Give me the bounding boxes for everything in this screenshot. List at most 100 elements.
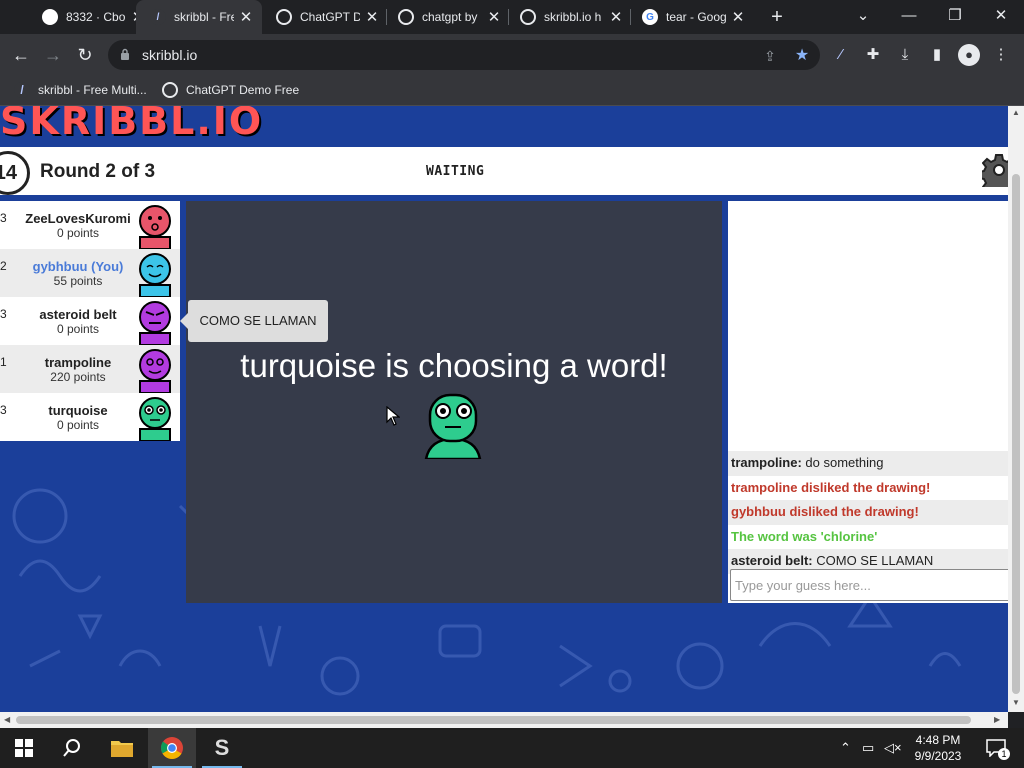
chat-text: do something bbox=[805, 455, 884, 470]
close-tab-icon[interactable]: ✕ bbox=[608, 8, 624, 26]
bookmark-skribbl[interactable]: / skribbl - Free Multi... bbox=[14, 82, 147, 98]
close-tab-icon[interactable]: ✕ bbox=[730, 8, 746, 26]
tab-5[interactable]: skribbl.io h ✕ bbox=[506, 0, 632, 34]
game-top-bar: 14 Round 2 of 3 WAITING bbox=[0, 147, 1008, 195]
scroll-thumb[interactable] bbox=[1012, 174, 1020, 694]
s-app-icon[interactable]: S bbox=[198, 728, 246, 768]
tab-6[interactable]: G tear - Goog ✕ bbox=[628, 0, 754, 34]
tab-strip: 8332 · Cbo ✕ / skribbl - Fre ✕ ChatGPT D… bbox=[0, 0, 1024, 34]
forward-button[interactable]: → bbox=[40, 42, 66, 68]
chat-text: The word was 'chlorine' bbox=[731, 528, 878, 544]
address-bar[interactable]: skribbl.io ⇪ ★ bbox=[108, 40, 820, 70]
player-avatar bbox=[139, 253, 171, 297]
scroll-up-icon[interactable]: ▲ bbox=[1012, 108, 1020, 117]
player-name: trampoline bbox=[44, 355, 112, 370]
player-row[interactable]: 3 turquoise 0 points bbox=[0, 393, 180, 441]
browser-toolbar: ← → ↻ skribbl.io ⇪ ★ ⁄ ✚ ⤓ ▮ ● ⋮ bbox=[0, 34, 1024, 76]
tab-title: ChatGPT D bbox=[300, 10, 360, 24]
player-row[interactable]: 2 gybhbuu (You) 55 points bbox=[0, 249, 180, 297]
player-rank: 3 bbox=[0, 403, 7, 417]
scroll-right-icon[interactable]: ▶ bbox=[994, 715, 1000, 724]
network-icon[interactable]: ▭ bbox=[862, 740, 874, 756]
player-points: 220 points bbox=[50, 370, 106, 384]
share-icon[interactable]: ⇪ bbox=[760, 46, 780, 66]
tab-2[interactable]: / skribbl - Fre ✕ bbox=[136, 0, 262, 34]
back-button[interactable]: ← bbox=[8, 42, 34, 68]
player-avatar bbox=[139, 205, 171, 249]
chat-message: trampoline disliked the drawing! bbox=[728, 476, 1008, 501]
clock-time: 4:48 PM bbox=[915, 733, 961, 747]
restore-button[interactable]: ❐ bbox=[940, 4, 970, 28]
player-row[interactable]: 3 ZeeLovesKuromi 0 points bbox=[0, 201, 180, 249]
chat-text: COMO SE LLAMAN bbox=[816, 553, 934, 568]
tab-title: tear - Goog bbox=[666, 10, 726, 24]
minimize-button[interactable]: — bbox=[894, 4, 924, 28]
tab-title: skribbl - Fre bbox=[174, 10, 234, 24]
windows-taskbar: S ⌃ ▭ ◁× 4:48 PM 9/9/2023 1 bbox=[0, 728, 1024, 768]
chat-sender: trampoline: bbox=[731, 455, 802, 470]
search-icon[interactable] bbox=[48, 728, 96, 768]
guess-input[interactable] bbox=[730, 569, 1008, 601]
download-icon[interactable]: ⤓ bbox=[894, 44, 916, 66]
new-tab-button[interactable]: + bbox=[766, 6, 788, 28]
scroll-thumb[interactable] bbox=[16, 716, 971, 724]
scroll-left-icon[interactable]: ◀ bbox=[4, 715, 10, 724]
player-name: ZeeLovesKuromi bbox=[25, 211, 131, 226]
tab-title: skribbl.io h bbox=[544, 10, 602, 24]
bookmarks-bar: / skribbl - Free Multi... ChatGPT Demo F… bbox=[0, 76, 1024, 106]
close-tab-icon[interactable]: ✕ bbox=[364, 8, 380, 26]
tab-search-icon[interactable]: ⌄ bbox=[848, 4, 878, 28]
bookmark-star-icon[interactable]: ★ bbox=[792, 46, 812, 66]
close-tab-icon[interactable]: ✕ bbox=[486, 8, 502, 26]
player-rank: 3 bbox=[0, 211, 7, 225]
scroll-down-icon[interactable]: ▼ bbox=[1012, 698, 1020, 707]
skribbl-extension-icon[interactable]: ⁄ bbox=[830, 44, 852, 66]
player-row[interactable]: 1 trampoline 220 points bbox=[0, 345, 180, 393]
close-tab-icon[interactable]: ✕ bbox=[238, 8, 254, 26]
globe-icon bbox=[398, 9, 414, 25]
file-explorer-icon[interactable] bbox=[98, 728, 146, 768]
chrome-icon[interactable] bbox=[148, 728, 196, 768]
chat-text: trampoline disliked the drawing! bbox=[731, 479, 931, 495]
skribbl-pencil-icon: / bbox=[150, 9, 166, 25]
speech-bubble: COMO SE LLAMAN bbox=[180, 300, 328, 342]
bookmark-label: skribbl - Free Multi... bbox=[38, 83, 147, 97]
player-row[interactable]: 3 asteroid belt 0 points bbox=[0, 297, 180, 345]
player-avatar bbox=[139, 301, 171, 345]
player-name: gybhbuu (You) bbox=[32, 259, 124, 274]
player-list: 3 ZeeLovesKuromi 0 points 2 gybhbuu (You… bbox=[0, 201, 180, 441]
tab-3[interactable]: ChatGPT D ✕ bbox=[262, 0, 388, 34]
vertical-scrollbar[interactable]: ▲ ▼ bbox=[1008, 106, 1024, 712]
start-windows-icon[interactable] bbox=[0, 728, 48, 768]
mouse-cursor-icon bbox=[386, 406, 400, 426]
bookmark-chatgpt[interactable]: ChatGPT Demo Free bbox=[162, 82, 299, 98]
skribbl-pencil-icon: / bbox=[14, 82, 30, 98]
profile-avatar-icon[interactable]: ● bbox=[958, 44, 980, 66]
game-page: SKRIBBL.IO 14 Round 2 of 3 WAITING 3 Zee… bbox=[0, 106, 1008, 712]
show-hidden-icons-chevron[interactable]: ⌃ bbox=[840, 740, 851, 756]
choosing-word-message: turquoise is choosing a word! bbox=[240, 347, 668, 384]
tab-title: chatgpt by bbox=[422, 10, 478, 24]
chat-sender: asteroid belt: bbox=[731, 553, 813, 568]
player-points: 0 points bbox=[56, 226, 100, 240]
player-rank: 1 bbox=[0, 355, 7, 369]
volume-muted-icon[interactable]: ◁× bbox=[884, 740, 902, 756]
settings-gear-icon[interactable] bbox=[982, 153, 1008, 187]
horizontal-scrollbar[interactable]: ◀ ▶ bbox=[0, 712, 1008, 728]
clock-date: 9/9/2023 bbox=[914, 749, 962, 763]
globe-icon bbox=[520, 9, 536, 25]
chooser-avatar bbox=[424, 393, 482, 459]
player-points: 0 points bbox=[56, 418, 100, 432]
drawing-canvas[interactable]: turquoise is choosing a word! bbox=[186, 201, 722, 603]
player-points: 55 points bbox=[53, 274, 103, 288]
chat-text: gybhbuu disliked the drawing! bbox=[731, 504, 919, 519]
extensions-puzzle-icon[interactable]: ✚ bbox=[862, 44, 884, 66]
notification-center-icon[interactable]: 1 bbox=[976, 728, 1016, 768]
side-panel-icon[interactable]: ▮ bbox=[926, 44, 948, 66]
menu-kebab-icon[interactable]: ⋮ bbox=[990, 44, 1012, 66]
reload-button[interactable]: ↻ bbox=[72, 42, 98, 68]
tab-4[interactable]: chatgpt by ✕ bbox=[384, 0, 510, 34]
close-window-button[interactable]: ✕ bbox=[986, 4, 1016, 28]
system-clock[interactable]: 4:48 PM 9/9/2023 bbox=[902, 732, 974, 764]
chat-message: The word was 'chlorine' bbox=[728, 525, 1008, 550]
